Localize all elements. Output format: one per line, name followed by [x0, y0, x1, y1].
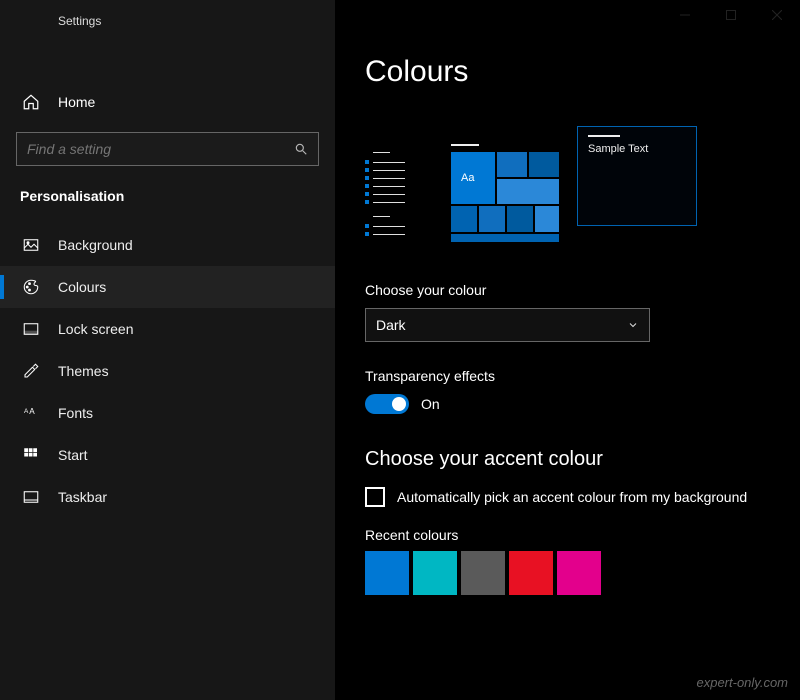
colour-mode-dropdown[interactable]: Dark: [365, 308, 650, 342]
themes-icon: [22, 362, 40, 380]
section-label: Personalisation: [20, 188, 335, 204]
minimize-button[interactable]: [662, 0, 708, 30]
sidebar: Settings Home Personalisation: [0, 0, 335, 700]
nav-label: Fonts: [58, 405, 93, 421]
transparency-state: On: [421, 396, 440, 412]
sidebar-item-background[interactable]: Background: [0, 224, 335, 266]
home-label: Home: [58, 94, 95, 110]
maximize-button[interactable]: [708, 0, 754, 30]
fonts-icon: AA: [22, 404, 40, 422]
preview-sample-text: Sample Text: [588, 143, 686, 155]
preview-taskbar: [365, 144, 435, 244]
chevron-down-icon: [627, 319, 639, 331]
colour-swatch[interactable]: [461, 551, 505, 595]
image-icon: [22, 236, 40, 254]
nav-label: Colours: [58, 279, 106, 295]
transparency-label: Transparency effects: [365, 368, 800, 384]
preview-row: Aa Sample Text: [365, 144, 800, 244]
colour-swatch[interactable]: [509, 551, 553, 595]
lock-screen-icon: [22, 320, 40, 338]
nav-label: Taskbar: [58, 489, 107, 505]
sidebar-item-taskbar[interactable]: Taskbar: [0, 476, 335, 518]
colour-swatch[interactable]: [557, 551, 601, 595]
accent-heading: Choose your accent colour: [365, 448, 800, 471]
svg-text:A: A: [29, 407, 35, 416]
nav-label: Lock screen: [58, 321, 133, 337]
titlebar: Settings: [0, 0, 335, 32]
home-link[interactable]: Home: [0, 82, 335, 122]
recent-colours-label: Recent colours: [365, 527, 800, 543]
choose-colour-label: Choose your colour: [365, 282, 800, 298]
preview-start: Aa: [451, 144, 561, 244]
start-icon: [22, 446, 40, 464]
palette-icon: [22, 278, 40, 296]
preview-sample-window: Sample Text: [577, 126, 697, 226]
search-box[interactable]: [16, 132, 319, 166]
sidebar-item-themes[interactable]: Themes: [0, 350, 335, 392]
svg-text:A: A: [24, 408, 29, 415]
nav-label: Themes: [58, 363, 109, 379]
sidebar-item-start[interactable]: Start: [0, 434, 335, 476]
preview-aa: Aa: [461, 172, 474, 184]
home-icon: [22, 93, 40, 111]
auto-accent-label: Automatically pick an accent colour from…: [397, 489, 747, 505]
search-input[interactable]: [27, 141, 266, 157]
colour-mode-value: Dark: [376, 317, 406, 333]
close-button[interactable]: [754, 0, 800, 30]
nav-label: Background: [58, 237, 133, 253]
main-panel: Colours Aa: [335, 0, 800, 700]
page-title: Colours: [365, 55, 800, 89]
taskbar-icon: [22, 488, 40, 506]
watermark: expert-only.com: [696, 675, 788, 690]
sidebar-item-lock-screen[interactable]: Lock screen: [0, 308, 335, 350]
nav-list: Background Colours Lock screen: [0, 224, 335, 518]
app-title: Settings: [58, 14, 101, 28]
nav-label: Start: [58, 447, 88, 463]
window-controls: [662, 0, 800, 30]
auto-accent-checkbox[interactable]: [365, 487, 385, 507]
search-icon: [294, 142, 308, 156]
colour-swatch[interactable]: [413, 551, 457, 595]
sidebar-item-colours[interactable]: Colours: [0, 266, 335, 308]
transparency-toggle[interactable]: [365, 394, 409, 414]
colour-swatch[interactable]: [365, 551, 409, 595]
settings-window: Settings Home Personalisation: [0, 0, 800, 700]
recent-colours: [365, 551, 800, 595]
sidebar-item-fonts[interactable]: AA Fonts: [0, 392, 335, 434]
